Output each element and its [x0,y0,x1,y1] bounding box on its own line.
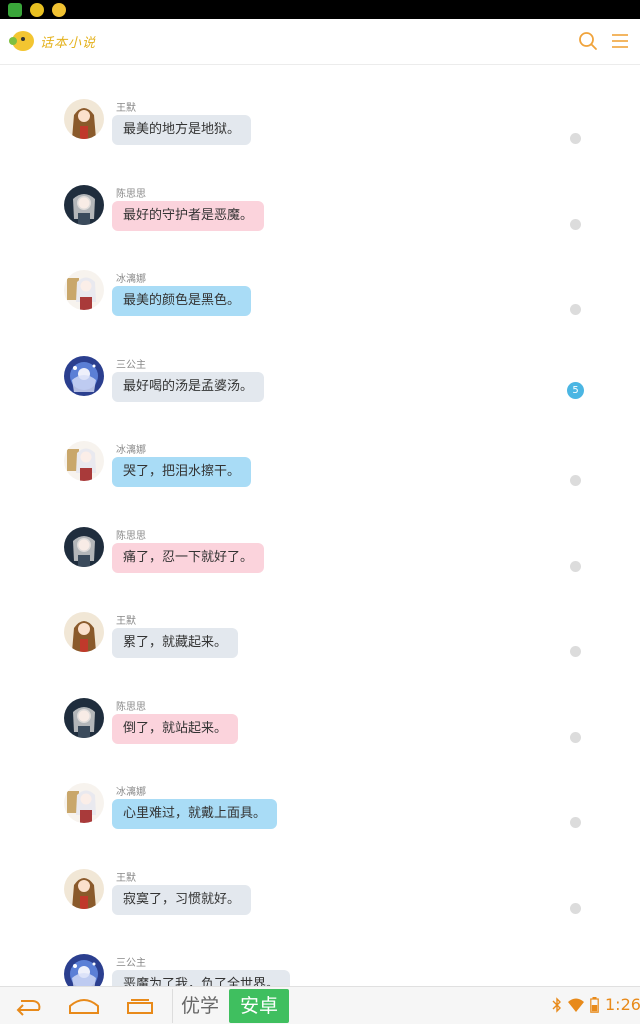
message-bubble[interactable]: 痛了，忍一下就好了。 [112,542,265,573]
message-row[interactable]: 王默 寂寞了，习惯就好。 [0,835,640,920]
status-dot [570,304,581,315]
avatar[interactable] [64,868,104,909]
message-bubble[interactable]: 最美的颜色是黑色。 [112,286,252,316]
recent-apps-button[interactable] [124,993,156,1019]
sender-name: 三公主 [116,359,146,371]
youxue-label[interactable]: 优学 [172,989,227,1023]
sender-name: 陈思思 [116,188,146,200]
avatar[interactable] [64,441,104,481]
message-bubble[interactable]: 寂寞了，习惯就好。 [112,884,252,915]
status-dot [570,560,581,572]
status-dot [570,646,581,657]
home-button[interactable] [68,993,100,1019]
message-bubble[interactable]: 累了，就藏起来。 [112,628,239,658]
battery-icon [590,997,599,1013]
sender-name: 王默 [116,872,136,884]
message-row[interactable]: 陈思思 痛了，忍一下就好了。 [0,493,640,578]
notification-icon [8,3,22,17]
message-bubble[interactable]: 最好的守护者是恶魔。 [112,200,265,231]
message-bubble[interactable]: 最好喝的汤是孟婆汤。 [112,371,265,402]
sender-name: 冰漓娜 [116,274,146,285]
message-bubble[interactable]: 哭了，把泪水擦干。 [112,457,252,487]
search-icon[interactable] [576,29,600,53]
message-row[interactable]: 冰漓娜 最美的颜色是黑色。 [0,236,640,321]
status-dot [570,475,581,486]
back-button[interactable] [12,993,44,1019]
avatar[interactable] [64,697,104,738]
avatar[interactable] [64,612,104,652]
sender-name: 陈思思 [116,701,146,713]
status-dot [570,817,581,828]
message-row[interactable]: 冰漓娜 心里难过，就戴上面具。 [0,749,640,834]
avatar[interactable] [64,954,104,986]
system-icons [552,997,599,1013]
wifi-icon [568,998,584,1012]
message-row[interactable]: 冰漓娜 哭了，把泪水擦干。 [0,407,640,492]
app-logo: 话本小说 [9,30,97,52]
status-dot [570,133,581,144]
message-bubble[interactable]: 倒了，就站起来。 [112,713,239,744]
sender-name: 冰漓娜 [116,445,146,456]
message-list[interactable]: 王默 最美的地方是地狱。 陈思思 最好的守护者是恶魔。 冰漓娜 最美的颜色是黑色… [0,65,640,986]
sender-name: 陈思思 [116,530,146,542]
bluetooth-icon [552,997,561,1013]
status-bar [0,0,640,19]
status-dot [570,902,581,914]
system-nav-bar: 优学 安卓 1:26 [0,986,640,1024]
message-row[interactable]: 三公主 最好喝的汤是孟婆汤。 [0,322,640,407]
clock: 1:26 [605,995,640,1014]
status-dot [570,218,581,230]
status-dot [570,731,581,743]
logo-text: 话本小说 [40,35,97,51]
menu-icon[interactable] [608,29,632,53]
avatar[interactable] [64,99,104,139]
sender-name: 三公主 [116,958,146,969]
message-bubble[interactable]: 恶魔为了我，负了全世界。 [112,970,291,986]
app-notification-icon [52,3,66,17]
sender-name: 王默 [116,616,136,627]
avatar[interactable] [64,355,104,396]
message-row[interactable]: 三公主 恶魔为了我，负了全世界。 [0,920,640,986]
message-bubble[interactable]: 心里难过，就戴上面具。 [112,799,278,829]
message-row[interactable]: 王默 最美的地方是地狱。 [0,65,640,150]
message-row[interactable]: 陈思思 最好的守护者是恶魔。 [0,151,640,236]
sender-name: 冰漓娜 [116,787,146,798]
message-row[interactable]: 陈思思 倒了，就站起来。 [0,664,640,749]
sender-name: 王默 [116,103,136,114]
message-row[interactable]: 王默 累了，就藏起来。 [0,578,640,663]
avatar[interactable] [64,270,104,310]
app-notification-icon [30,3,44,17]
avatar[interactable] [64,526,104,567]
mascot-icon [9,31,34,51]
message-bubble[interactable]: 最美的地方是地狱。 [112,115,252,145]
reply-count-badge[interactable]: 5 [567,382,584,399]
avatar[interactable] [64,184,104,225]
anzhuo-button[interactable]: 安卓 [229,989,289,1023]
app-header: 话本小说 [0,19,640,65]
avatar[interactable] [64,783,104,823]
